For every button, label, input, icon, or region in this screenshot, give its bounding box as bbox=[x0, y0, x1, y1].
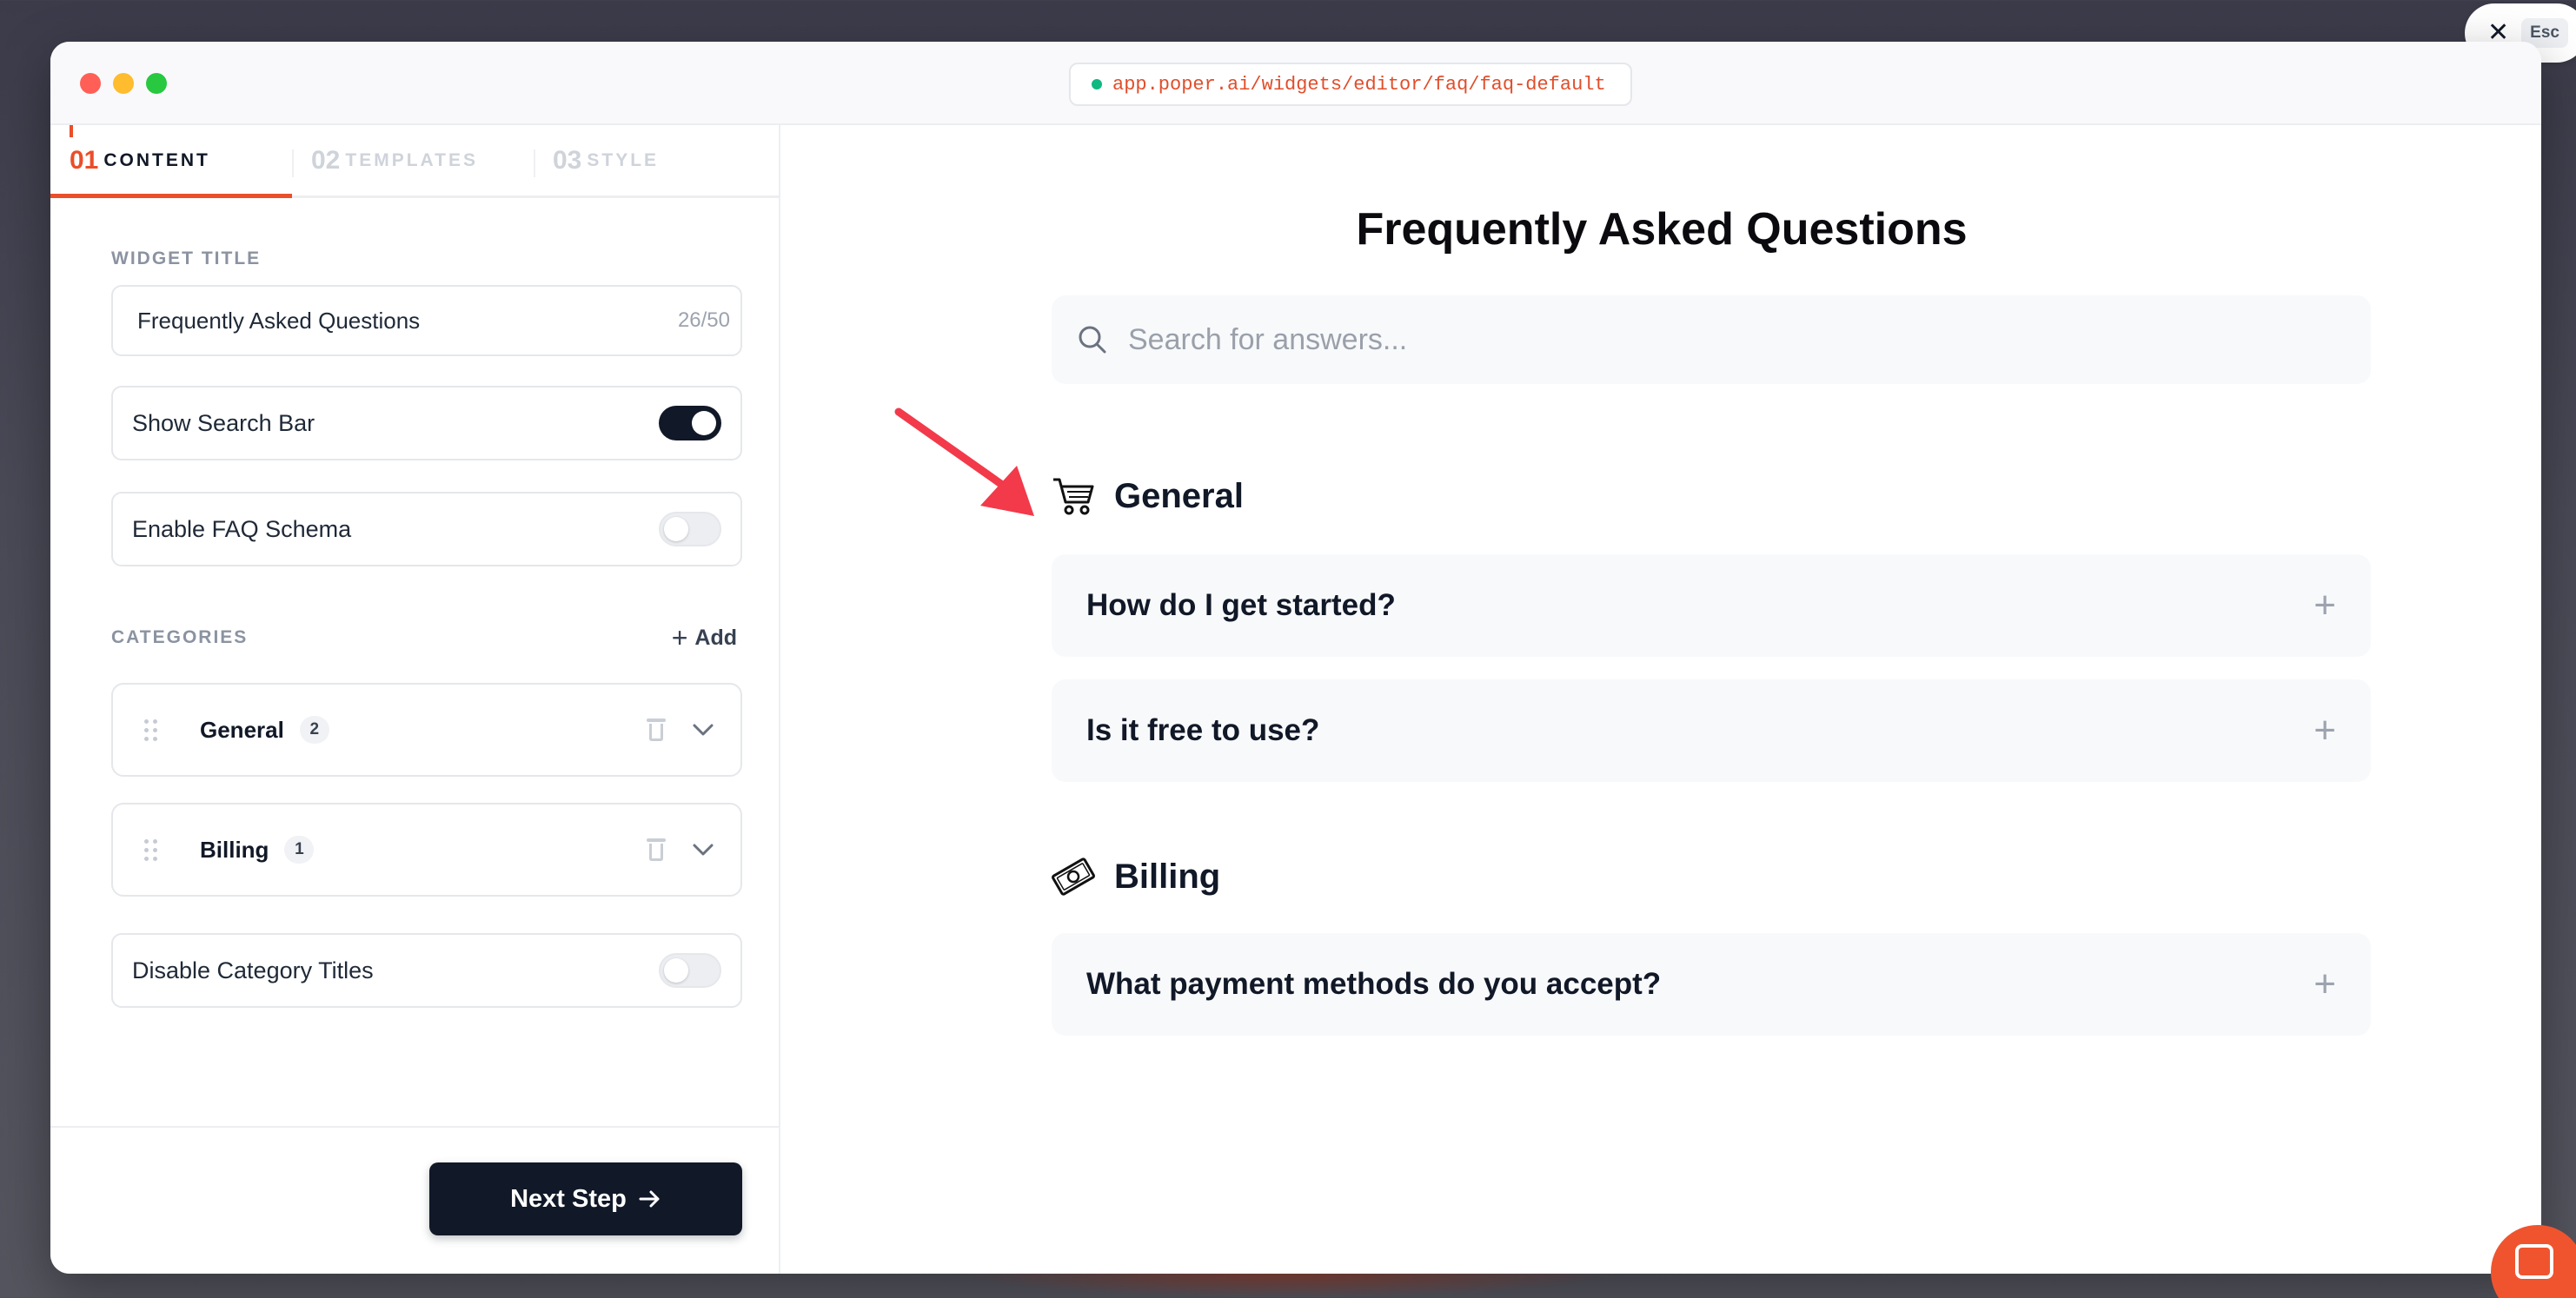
widget-title-label: WIDGET TITLE bbox=[111, 248, 262, 268]
shopping-cart-icon bbox=[1053, 478, 1094, 515]
address-url: app.poper.ai/widgets/editor/faq/faq-defa… bbox=[1112, 73, 1606, 96]
preview-category-general: General bbox=[1052, 476, 1244, 516]
expand-plus-icon[interactable]: + bbox=[2314, 965, 2336, 1003]
tab-label: CONTENT bbox=[103, 149, 210, 170]
tab-label: TEMPLATES bbox=[345, 149, 478, 170]
widget-title-input[interactable]: Frequently Asked Questions 26/50 bbox=[111, 285, 742, 356]
add-category-label: Add bbox=[694, 625, 737, 650]
category-name: Billing bbox=[200, 836, 269, 863]
window-controls bbox=[80, 73, 167, 94]
drag-handle-icon[interactable] bbox=[144, 719, 158, 741]
enable-faq-schema-label: Enable FAQ Schema bbox=[132, 515, 352, 542]
show-search-bar-label: Show Search Bar bbox=[132, 409, 315, 436]
tab-number: 02 bbox=[311, 145, 341, 175]
character-counter: 26/50 bbox=[677, 308, 730, 332]
enable-faq-schema-toggle[interactable] bbox=[659, 512, 721, 546]
tab-content[interactable]: 01 CONTENT bbox=[50, 125, 292, 198]
toggle-knob bbox=[692, 411, 716, 435]
category-item-general[interactable]: General 2 bbox=[111, 683, 742, 777]
tab-number: 03 bbox=[553, 145, 582, 175]
widget-preview: Frequently Asked Questions Search for an… bbox=[782, 125, 2541, 1274]
faq-question: How do I get started? bbox=[1086, 588, 1396, 622]
search-icon bbox=[1079, 326, 1106, 354]
arrow-right-icon bbox=[639, 1190, 660, 1208]
tab-number: 01 bbox=[70, 145, 99, 175]
tab-label: STYLE bbox=[587, 149, 660, 170]
preview-title: Frequently Asked Questions bbox=[1356, 204, 1968, 255]
category-actions bbox=[647, 838, 714, 861]
category-name: General bbox=[200, 716, 284, 743]
sidebar-footer: Next Step bbox=[50, 1126, 779, 1274]
annotation-arrow-icon bbox=[894, 407, 1034, 516]
category-item-billing[interactable]: Billing 1 bbox=[111, 803, 742, 897]
category-heading-text: General bbox=[1114, 476, 1244, 515]
show-search-bar-toggle[interactable] bbox=[659, 406, 721, 440]
trash-icon[interactable] bbox=[647, 719, 666, 741]
disable-category-titles-label: Disable Category Titles bbox=[132, 957, 374, 983]
close-window-dot[interactable] bbox=[80, 73, 101, 94]
categories-header: CATEGORIES + Add bbox=[111, 624, 742, 652]
faq-question: What payment methods do you accept? bbox=[1086, 967, 1662, 1001]
next-step-button[interactable]: Next Step bbox=[429, 1162, 742, 1235]
chat-icon bbox=[2515, 1244, 2553, 1279]
faq-question: Is it free to use? bbox=[1086, 713, 1320, 747]
category-count-badge: 1 bbox=[284, 836, 315, 864]
tab-templates[interactable]: 02 TEMPLATES bbox=[292, 125, 534, 195]
search-placeholder: Search for answers... bbox=[1128, 322, 1408, 356]
secure-indicator-icon bbox=[1092, 79, 1102, 89]
toggle-knob bbox=[664, 958, 688, 983]
toggle-knob bbox=[664, 517, 688, 541]
enable-faq-schema-row: Enable FAQ Schema bbox=[111, 492, 742, 566]
faq-item[interactable]: Is it free to use? + bbox=[1052, 679, 2371, 782]
preview-search-bar[interactable]: Search for answers... bbox=[1052, 295, 2371, 384]
category-actions bbox=[647, 719, 714, 741]
trash-icon[interactable] bbox=[647, 838, 666, 861]
drag-handle-icon[interactable] bbox=[144, 838, 158, 861]
window-titlebar: app.poper.ai/widgets/editor/faq/faq-defa… bbox=[50, 42, 2541, 125]
faq-item[interactable]: What payment methods do you accept? + bbox=[1052, 933, 2371, 1036]
address-bar[interactable]: app.poper.ai/widgets/editor/faq/faq-defa… bbox=[1069, 63, 1632, 106]
chevron-down-icon[interactable] bbox=[692, 843, 714, 857]
plus-icon: + bbox=[671, 622, 688, 653]
chevron-down-icon[interactable] bbox=[692, 723, 714, 737]
show-search-bar-row: Show Search Bar bbox=[111, 386, 742, 460]
categories-label: CATEGORIES bbox=[111, 627, 249, 647]
tab-style[interactable]: 03 STYLE bbox=[534, 125, 775, 195]
step-tabs: 01 CONTENT 02 TEMPLATES 03 STYLE bbox=[50, 125, 779, 198]
add-category-button[interactable]: + Add bbox=[672, 624, 742, 652]
editor-window: app.poper.ai/widgets/editor/faq/faq-defa… bbox=[50, 42, 2541, 1274]
editor-sidebar: 01 CONTENT 02 TEMPLATES 03 STYLE WIDGET … bbox=[50, 125, 780, 1274]
maximize-window-dot[interactable] bbox=[146, 73, 167, 94]
disable-category-titles-toggle[interactable] bbox=[659, 953, 721, 988]
expand-plus-icon[interactable]: + bbox=[2314, 586, 2336, 625]
expand-plus-icon[interactable]: + bbox=[2314, 712, 2336, 750]
next-step-label: Next Step bbox=[510, 1184, 627, 1213]
content-form: WIDGET TITLE Frequently Asked Questions … bbox=[50, 198, 779, 1008]
faq-item[interactable]: How do I get started? + bbox=[1052, 554, 2371, 657]
widget-title-value: Frequently Asked Questions bbox=[137, 307, 421, 334]
disable-category-titles-row: Disable Category Titles bbox=[111, 933, 742, 1008]
preview-category-billing: Billing bbox=[1052, 855, 1220, 898]
category-heading-text: Billing bbox=[1114, 857, 1221, 896]
money-bill-icon bbox=[1052, 858, 1095, 896]
category-count-badge: 2 bbox=[299, 716, 329, 744]
minimize-window-dot[interactable] bbox=[113, 73, 134, 94]
